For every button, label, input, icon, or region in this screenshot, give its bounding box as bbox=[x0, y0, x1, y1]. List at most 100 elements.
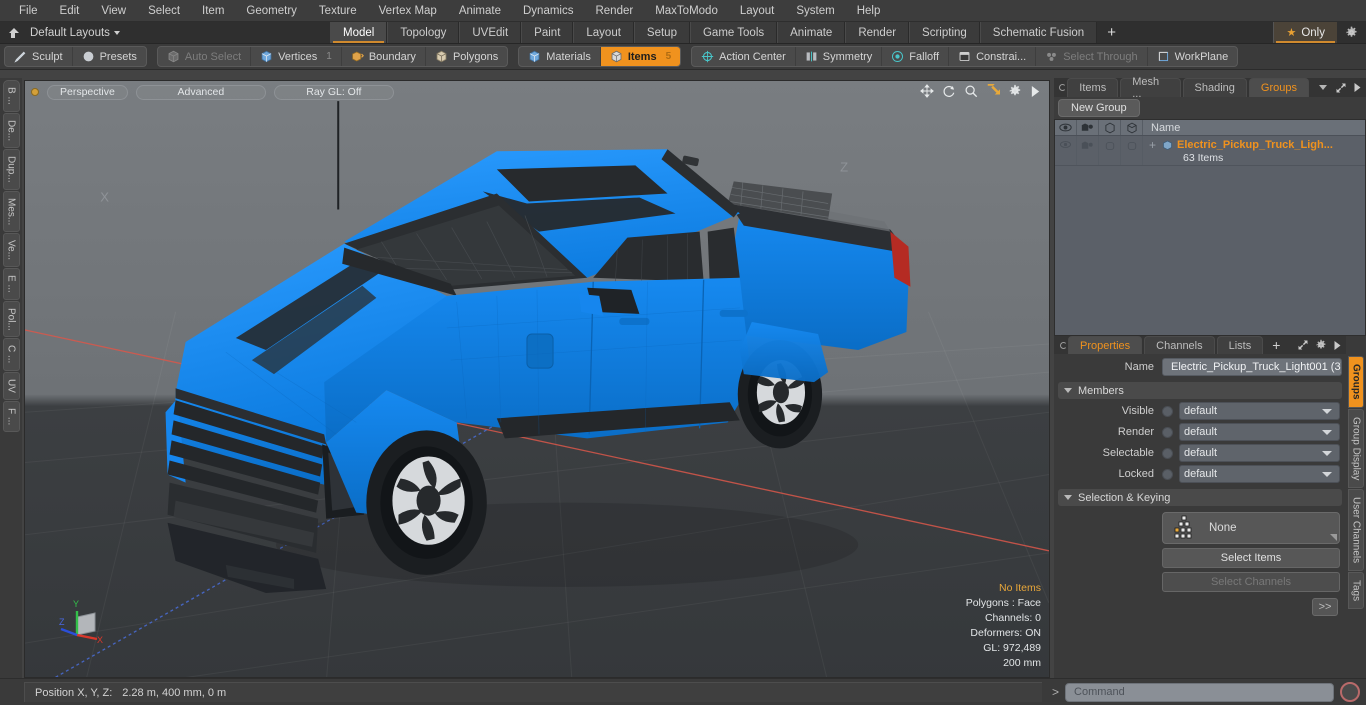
3d-scene[interactable]: Z X bbox=[25, 81, 1049, 678]
render-indicator[interactable] bbox=[1162, 426, 1173, 438]
left-tab-deform[interactable]: De... bbox=[2, 112, 20, 148]
items-button[interactable]: Items 5 bbox=[600, 47, 681, 66]
right-tab-user-channels[interactable]: User Channels bbox=[1348, 488, 1364, 572]
row-locked-toggle[interactable] bbox=[1121, 136, 1143, 165]
auto-select-button[interactable]: Auto Select bbox=[158, 47, 252, 66]
more-options-button[interactable]: >> bbox=[1312, 598, 1338, 616]
settings-gear-button[interactable] bbox=[1337, 22, 1366, 43]
tab-setup[interactable]: Setup bbox=[633, 22, 690, 43]
left-tab-basic[interactable]: B ... bbox=[2, 80, 20, 112]
command-input[interactable]: Command bbox=[1065, 682, 1334, 702]
select-items-button[interactable]: Select Items bbox=[1162, 548, 1340, 568]
tab-layout[interactable]: Layout bbox=[573, 22, 634, 43]
render-select[interactable]: default bbox=[1179, 423, 1340, 441]
row-render-toggle[interactable] bbox=[1077, 136, 1099, 165]
menu-item-help[interactable]: Help bbox=[846, 0, 892, 22]
add-tab-button[interactable]: + bbox=[1097, 22, 1126, 43]
menu-item-vertex-map[interactable]: Vertex Map bbox=[368, 0, 448, 22]
visible-select[interactable]: default bbox=[1179, 402, 1340, 420]
selection-set-picker[interactable]: None bbox=[1162, 512, 1340, 544]
left-tab-mesh-edit[interactable]: Mes... bbox=[2, 190, 20, 232]
rotate-icon[interactable] bbox=[942, 84, 956, 98]
panel-tab-groups[interactable]: Groups bbox=[1248, 78, 1309, 97]
properties-add-tab-button[interactable]: + bbox=[1265, 336, 1287, 354]
expand-icon[interactable]: + bbox=[1147, 138, 1158, 152]
panel-tab-shading[interactable]: Shading bbox=[1182, 78, 1247, 97]
members-section-header[interactable]: Members bbox=[1058, 382, 1342, 399]
properties-tab-properties[interactable]: Properties bbox=[1068, 336, 1143, 354]
materials-button[interactable]: Materials bbox=[519, 47, 601, 66]
presets-button[interactable]: Presets bbox=[73, 47, 146, 66]
3d-viewport[interactable]: Z X Perspective Advanced Ray GL: Off Y X… bbox=[24, 80, 1050, 678]
falloff-button[interactable]: Falloff bbox=[882, 47, 950, 66]
right-tab-group-display[interactable]: Group Display bbox=[1348, 408, 1364, 488]
menu-item-maxtomodo[interactable]: MaxToModo bbox=[644, 0, 729, 22]
row-name-cell[interactable]: + Electric_Pickup_Truck_Ligh... 63 Items bbox=[1143, 136, 1365, 165]
play-icon[interactable] bbox=[1333, 340, 1342, 351]
locked-select[interactable]: default bbox=[1179, 465, 1340, 483]
selection-keying-section-header[interactable]: Selection & Keying bbox=[1058, 489, 1342, 506]
menu-item-item[interactable]: Item bbox=[191, 0, 235, 22]
right-tab-tags[interactable]: Tags bbox=[1348, 572, 1364, 610]
sculpt-button[interactable]: Sculpt bbox=[5, 47, 73, 66]
panel-tab-overflow[interactable] bbox=[1311, 78, 1335, 97]
row-selectable-toggle[interactable] bbox=[1099, 136, 1121, 165]
menu-item-render[interactable]: Render bbox=[584, 0, 644, 22]
menu-item-animate[interactable]: Animate bbox=[448, 0, 512, 22]
gear-icon[interactable] bbox=[1315, 339, 1327, 351]
polygons-button[interactable]: Polygons bbox=[426, 47, 507, 66]
action-center-button[interactable]: Action Center bbox=[692, 47, 796, 66]
panel-tab-mesh[interactable]: Mesh ... bbox=[1120, 76, 1181, 100]
symmetry-button[interactable]: Symmetry bbox=[796, 47, 883, 66]
menu-item-geometry[interactable]: Geometry bbox=[235, 0, 308, 22]
groups-tree-empty-area[interactable] bbox=[1055, 166, 1365, 326]
panel-tab-items[interactable]: Items bbox=[1067, 78, 1119, 97]
viewport-shading-selector[interactable]: Advanced bbox=[135, 84, 266, 100]
menu-item-texture[interactable]: Texture bbox=[308, 0, 368, 22]
right-tab-groups[interactable]: Groups bbox=[1348, 356, 1364, 408]
table-row[interactable]: + Electric_Pickup_Truck_Ligh... 63 Items bbox=[1055, 136, 1365, 166]
fit-icon[interactable] bbox=[986, 84, 1000, 98]
left-tab-uv[interactable]: UV bbox=[2, 371, 20, 400]
menu-item-select[interactable]: Select bbox=[137, 0, 191, 22]
menu-item-system[interactable]: System bbox=[785, 0, 845, 22]
layout-selector[interactable]: Default Layouts bbox=[0, 22, 330, 43]
gear-icon[interactable] bbox=[1008, 84, 1022, 98]
left-tab-fusion[interactable]: F ... bbox=[2, 400, 20, 432]
chevron-down-icon[interactable] bbox=[113, 30, 120, 35]
selectable-indicator[interactable] bbox=[1162, 447, 1173, 459]
name-input[interactable]: Electric_Pickup_Truck_Light001 (3) bbox=[1162, 358, 1342, 376]
groups-tree[interactable]: Name + Electric_Pickup_Truck_Ligh... 63 … bbox=[1054, 119, 1366, 336]
tab-topology[interactable]: Topology bbox=[387, 22, 460, 43]
row-visibility-toggle[interactable] bbox=[1055, 136, 1077, 165]
locked-indicator[interactable] bbox=[1162, 468, 1173, 480]
tab-animate[interactable]: Animate bbox=[777, 22, 846, 43]
viewport-raygl-toggle[interactable]: Ray GL: Off bbox=[273, 84, 394, 100]
tab-paint[interactable]: Paint bbox=[521, 22, 574, 43]
constraint-button[interactable]: Constrai... bbox=[949, 47, 1037, 66]
panel-menu-dot[interactable] bbox=[1058, 78, 1067, 97]
menu-item-dynamics[interactable]: Dynamics bbox=[512, 0, 584, 22]
menu-item-layout[interactable]: Layout bbox=[729, 0, 786, 22]
visible-indicator[interactable] bbox=[1162, 405, 1173, 417]
properties-tab-lists[interactable]: Lists bbox=[1216, 336, 1264, 354]
menu-item-view[interactable]: View bbox=[90, 0, 137, 22]
new-group-button[interactable]: New Group bbox=[1058, 99, 1140, 117]
vertices-button[interactable]: Vertices 1 bbox=[251, 47, 342, 66]
tab-schematic-fusion[interactable]: Schematic Fusion bbox=[979, 22, 1098, 43]
col-selectable[interactable] bbox=[1099, 120, 1121, 135]
viewport-projection-selector[interactable]: Perspective bbox=[47, 84, 128, 100]
move-icon[interactable] bbox=[920, 84, 934, 98]
viewport-menu-dot[interactable] bbox=[31, 88, 39, 96]
expand-icon[interactable] bbox=[1297, 339, 1309, 351]
menu-item-edit[interactable]: Edit bbox=[49, 0, 91, 22]
workplane-button[interactable]: WorkPlane bbox=[1148, 47, 1238, 66]
col-render[interactable] bbox=[1077, 120, 1099, 135]
tab-render[interactable]: Render bbox=[845, 22, 910, 43]
tab-game-tools[interactable]: Game Tools bbox=[689, 22, 778, 43]
play-icon[interactable] bbox=[1353, 82, 1362, 93]
select-through-button[interactable]: Select Through bbox=[1036, 47, 1148, 66]
left-tab-edge[interactable]: E ... bbox=[2, 267, 20, 300]
menu-item-file[interactable]: File bbox=[8, 0, 49, 22]
tab-model[interactable]: Model bbox=[330, 22, 388, 43]
